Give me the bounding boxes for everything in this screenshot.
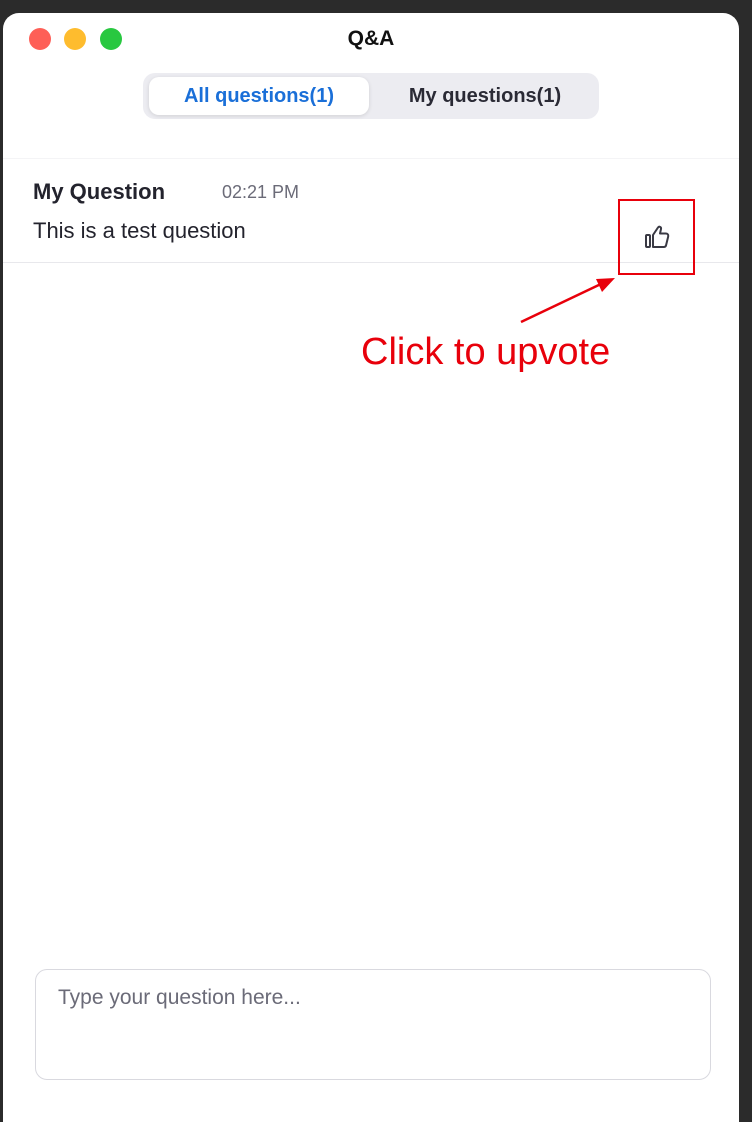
question-filter-tabs: All questions(1) My questions(1) (143, 73, 599, 119)
question-time: 02:21 PM (222, 182, 300, 202)
qa-window: Q&A All questions(1) My questions(1) My … (3, 13, 739, 1122)
question-author: My Question (33, 179, 166, 204)
window-title: Q&A (347, 27, 395, 50)
tab-my-questions[interactable]: My questions(1) (375, 77, 595, 115)
annotation-label: Click to upvote (361, 331, 611, 373)
tab-all-questions[interactable]: All questions(1) (149, 77, 369, 115)
question-input[interactable] (58, 986, 688, 1066)
question-text: This is a test question (33, 218, 246, 243)
annotation-highlight-box (618, 199, 695, 275)
title-bar: Q&A (3, 13, 739, 65)
question-composer[interactable] (35, 969, 711, 1080)
